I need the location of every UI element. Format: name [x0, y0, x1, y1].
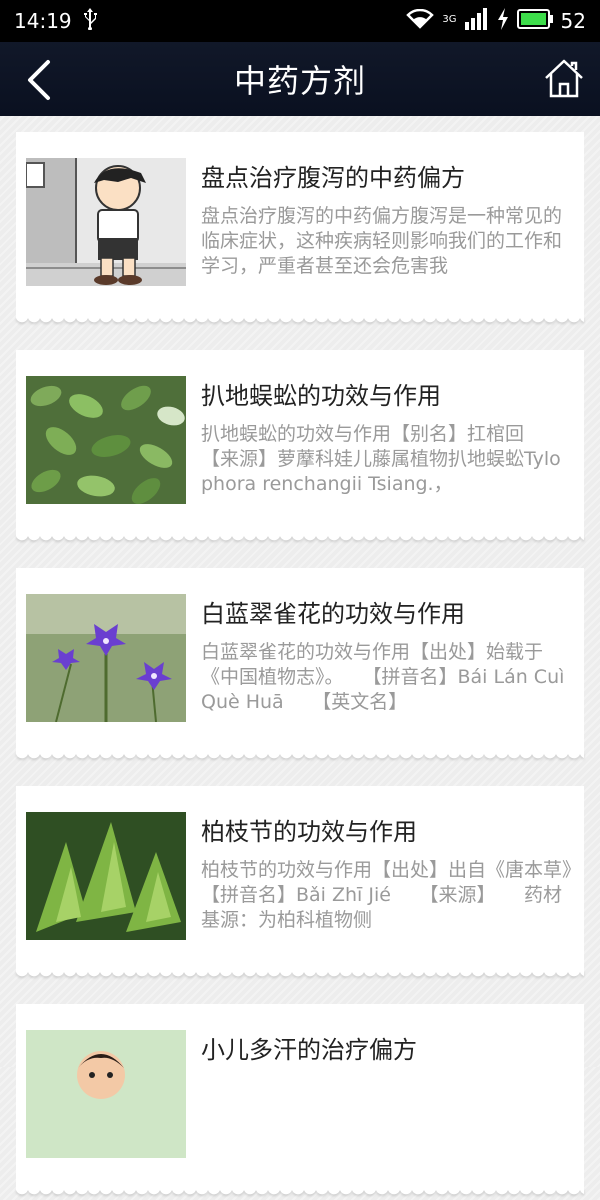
article-list: 盘点治疗腹泻的中药偏方 盘点治疗腹泻的中药偏方腹泻是一种常见的临床症状，这种疾病…: [0, 116, 600, 1190]
baby-photo-image: [26, 1030, 186, 1158]
charging-icon: [497, 7, 509, 35]
network-type: 3G: [442, 13, 457, 25]
status-bar: 14:19 3G 52: [0, 0, 600, 42]
article-title: 白蓝翠雀花的功效与作用: [201, 600, 465, 628]
battery-level: 52: [560, 9, 586, 33]
green-leaves-plant-image: [26, 376, 186, 504]
battery-icon: [516, 8, 553, 34]
article-title: 小儿多汗的治疗偏方: [201, 1036, 417, 1064]
list-item[interactable]: 扒地蜈蚣的功效与作用 扒地蜈蚣的功效与作用【别名】扛棺回 【来源】萝藦科娃儿藤属…: [16, 350, 584, 536]
list-item[interactable]: 白蓝翠雀花的功效与作用 白蓝翠雀花的功效与作用【出处】始载于《中国植物志》。 【…: [16, 568, 584, 754]
list-item[interactable]: 柏枝节的功效与作用 柏枝节的功效与作用【出处】出自《唐本草》 【拼音名】Bǎi …: [16, 786, 584, 972]
chevron-left-icon[interactable]: [20, 58, 60, 102]
signal-icon: [464, 7, 489, 35]
cypress-branch-image: [26, 812, 186, 940]
nav-bar: 中药方剂: [0, 42, 600, 116]
article-summary: 柏枝节的功效与作用【出处】出自《唐本草》 【拼音名】Bǎi Zhī Jié 【来…: [201, 859, 572, 931]
usb-icon: [82, 7, 98, 35]
wifi-icon: [406, 8, 435, 34]
list-item[interactable]: 盘点治疗腹泻的中药偏方 盘点治疗腹泻的中药偏方腹泻是一种常见的临床症状，这种疾病…: [16, 132, 584, 318]
article-title: 盘点治疗腹泻的中药偏方: [201, 164, 465, 192]
list-item[interactable]: 小儿多汗的治疗偏方: [16, 1004, 584, 1190]
page-title: 中药方剂: [233, 62, 366, 100]
home-icon[interactable]: [542, 56, 586, 102]
article-title: 扒地蜈蚣的功效与作用: [201, 382, 441, 410]
status-time: 14:19: [14, 9, 72, 33]
purple-flower-image: [26, 594, 186, 722]
article-title: 柏枝节的功效与作用: [201, 818, 417, 846]
article-summary: 白蓝翠雀花的功效与作用【出处】始载于《中国植物志》。 【拼音名】Bái Lán …: [201, 641, 565, 713]
article-summary: 扒地蜈蚣的功效与作用【别名】扛棺回 【来源】萝藦科娃儿藤属植物扒地蜈蚣Tylop…: [201, 423, 563, 495]
article-summary: [201, 1076, 572, 1151]
cartoon-boy-stomachache-image: [26, 158, 186, 286]
article-summary: 盘点治疗腹泻的中药偏方腹泻是一种常见的临床症状，这种疾病轻则影响我们的工作和学习…: [201, 205, 563, 277]
